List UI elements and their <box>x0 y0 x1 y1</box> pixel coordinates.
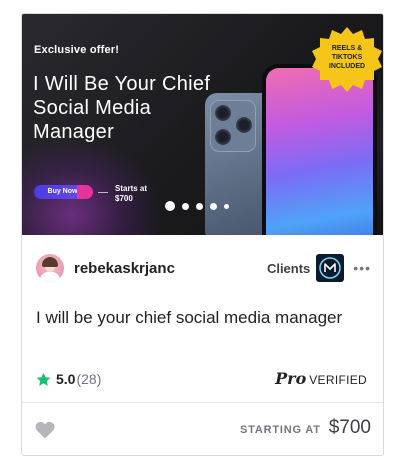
gig-card: Exclusive offer! I Will Be Your Chief So… <box>21 13 384 456</box>
promo-badge-text: REELS & TIKTOKS INCLUDED <box>317 44 377 71</box>
phone-camera-module <box>210 100 256 152</box>
carousel-dot[interactable] <box>182 202 189 210</box>
gig-price: $700 <box>328 417 371 438</box>
carousel-dot[interactable] <box>224 203 229 209</box>
banner-starts-price: $700 <box>115 194 133 203</box>
banner-dash <box>98 192 108 193</box>
banner-offer-text: Exclusive offer! <box>34 44 120 56</box>
camera-lens <box>215 105 231 121</box>
review-count: (28) <box>76 371 102 387</box>
carousel-dot[interactable] <box>196 202 203 210</box>
pro-label: Pro <box>275 369 307 388</box>
price-block[interactable]: STARTING AT $700 <box>240 417 371 439</box>
star-icon <box>36 372 51 386</box>
pro-verified-badge: Pro VERIFIED <box>275 369 367 388</box>
badge-line: TIKTOKS <box>331 54 363 61</box>
rating-score: 5.0 <box>56 371 76 387</box>
carousel-dots <box>165 201 229 211</box>
badge-line: INCLUDED <box>328 63 366 70</box>
banner-starts-at: Starts at $700 <box>115 184 147 204</box>
clients-label: Clients <box>266 260 311 276</box>
badge-line: REELS & <box>331 45 363 52</box>
seller-avatar[interactable] <box>36 254 64 282</box>
ellipsis-icon[interactable]: ••• <box>353 261 371 275</box>
banner-pill-accent <box>77 185 93 199</box>
verified-label: VERIFIED <box>309 373 367 387</box>
starting-at-label: STARTING AT <box>240 424 321 436</box>
gig-rating: 5.0 (28) <box>36 371 101 387</box>
banner-headline: I Will Be Your Chief Social Media Manage… <box>33 73 211 143</box>
client-m-logo-icon <box>319 257 342 279</box>
gig-banner-image[interactable]: Exclusive offer! I Will Be Your Chief So… <box>22 14 383 235</box>
banner-starts-label: Starts at <box>115 184 148 193</box>
camera-lens <box>236 117 252 133</box>
camera-lens <box>215 129 231 145</box>
card-footer: STARTING AT $700 <box>22 403 383 455</box>
gig-title[interactable]: I will be your chief social media manage… <box>36 305 366 330</box>
carousel-dot[interactable] <box>210 202 217 210</box>
carousel-dot[interactable] <box>165 201 175 211</box>
seller-username[interactable]: rebekaskrjanc <box>74 260 175 277</box>
seller-row: rebekaskrjanc Clients ••• <box>36 254 371 282</box>
heart-icon[interactable] <box>35 421 55 439</box>
client-logo-icon[interactable] <box>316 254 345 282</box>
